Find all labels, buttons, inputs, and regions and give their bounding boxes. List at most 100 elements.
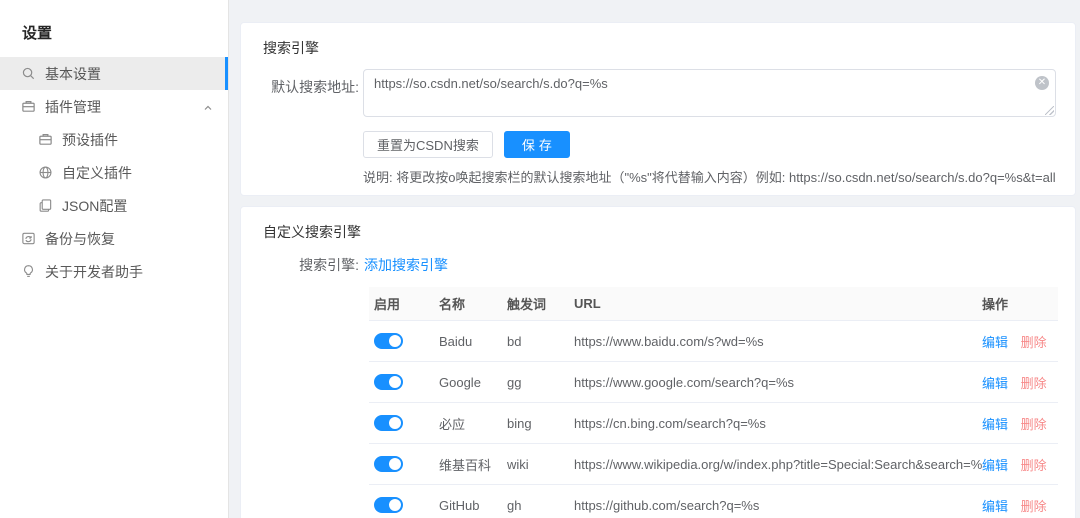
default-address-label: 默认搜索地址: xyxy=(271,79,359,95)
engine-name: GitHub xyxy=(439,497,480,513)
edit-link[interactable]: 编辑 xyxy=(982,458,1008,473)
enable-cell xyxy=(369,415,434,432)
actions-cell: 编辑 删除 xyxy=(982,496,1058,515)
search-engines-table: 启用 名称 触发词 URL 操作 Baidu bd https://www.ba… xyxy=(369,287,1058,518)
engine-name: Google xyxy=(439,374,481,390)
sidebar-item-label: 预设插件 xyxy=(62,131,118,148)
engine-url: https://cn.bing.com/search?q=%s xyxy=(574,415,766,431)
toggle-knob xyxy=(389,376,401,389)
settings-content: 搜索引擎 默认搜索地址: https://so.csdn.net/so/sear… xyxy=(240,0,1076,518)
enable-toggle[interactable] xyxy=(374,333,403,350)
toggle-knob xyxy=(389,335,401,348)
save-button[interactable]: 保存 xyxy=(503,131,570,158)
search-icon xyxy=(21,66,36,81)
table-header: 启用 名称 触发词 URL 操作 xyxy=(369,287,1058,321)
table-row: 必应 bing https://cn.bing.com/search?q=%s … xyxy=(369,403,1058,444)
engine-trigger: wiki xyxy=(507,456,529,472)
engine-url: https://www.google.com/search?q=%s xyxy=(574,374,795,390)
search-engine-note: 说明: 将更改按o唤起搜索栏的默认搜索地址（"%s"将代替输入内容）例如: ht… xyxy=(363,170,1056,185)
engine-url: https://www.baidu.com/s?wd=%s xyxy=(574,333,764,349)
sidebar-item-plugin-management[interactable]: 插件管理 xyxy=(0,90,228,123)
sidebar-item-preset-plugins[interactable]: 预设插件 xyxy=(0,123,228,156)
actions-cell: 编辑 删除 xyxy=(982,373,1058,392)
toggle-knob xyxy=(389,458,401,471)
engines-label: 搜索引擎: xyxy=(299,257,359,273)
engine-name: 必应 xyxy=(439,416,466,432)
enable-cell xyxy=(369,456,434,473)
header-name: 名称 xyxy=(439,297,466,312)
sidebar-item-label: 基本设置 xyxy=(45,65,101,82)
enable-toggle[interactable] xyxy=(374,456,403,473)
enable-toggle[interactable] xyxy=(374,497,403,514)
header-enable: 启用 xyxy=(374,297,401,312)
delete-link[interactable]: 删除 xyxy=(1021,417,1047,432)
settings-sidebar: 设置 基本设置 插件管理 预设插件 自定义插件 JSON配置 备份与恢复 关于开… xyxy=(0,0,229,518)
engine-name: Baidu xyxy=(439,333,473,349)
backup-icon xyxy=(21,231,36,246)
table-row: GitHub gh https://github.com/search?q=%s… xyxy=(369,485,1058,518)
sidebar-item-json-config[interactable]: JSON配置 xyxy=(0,189,228,222)
enable-cell xyxy=(369,374,434,391)
resize-grip-icon[interactable] xyxy=(1045,106,1054,115)
default-address-row: 默认搜索地址: https://so.csdn.net/so/search/s.… xyxy=(241,69,1075,117)
delete-link[interactable]: 删除 xyxy=(1021,335,1047,350)
edit-link[interactable]: 编辑 xyxy=(982,335,1008,350)
table-row: 维基百科 wiki https://www.wikipedia.org/w/in… xyxy=(369,444,1058,485)
actions-cell: 编辑 删除 xyxy=(982,455,1058,474)
sidebar-title: 设置 xyxy=(22,25,53,42)
engine-trigger: gh xyxy=(507,497,522,513)
card-title: 自定义搜索引擎 xyxy=(263,224,361,240)
lightbulb-icon xyxy=(21,264,36,279)
toggle-knob xyxy=(389,499,401,512)
chevron-up-icon[interactable] xyxy=(202,101,214,113)
table-row: Google gg https://www.google.com/search?… xyxy=(369,362,1058,403)
engine-url: https://www.wikipedia.org/w/index.php?ti… xyxy=(574,456,982,472)
toolbox-icon xyxy=(38,132,53,147)
header-trigger: 触发词 xyxy=(507,297,547,312)
sidebar-item-label: 关于开发者助手 xyxy=(45,263,143,280)
add-search-engine-link[interactable]: 添加搜索引擎 xyxy=(364,255,448,275)
toggle-knob xyxy=(389,417,401,430)
clear-circle-icon[interactable]: ✕ xyxy=(1035,76,1049,90)
edit-link[interactable]: 编辑 xyxy=(982,376,1008,391)
document-icon xyxy=(38,198,53,213)
search-engine-card: 搜索引擎 默认搜索地址: https://so.csdn.net/so/sear… xyxy=(240,22,1076,196)
engine-url: https://github.com/search?q=%s xyxy=(574,497,760,513)
default-address-input[interactable]: https://so.csdn.net/so/search/s.do?q=%s xyxy=(363,69,1056,117)
sidebar-item-label: 备份与恢复 xyxy=(45,230,115,247)
edit-link[interactable]: 编辑 xyxy=(982,417,1008,432)
button-row: 重置为CSDN搜索 保存 xyxy=(363,131,1075,158)
enable-toggle[interactable] xyxy=(374,415,403,432)
table-body: Baidu bd https://www.baidu.com/s?wd=%s 编… xyxy=(369,321,1058,518)
engine-trigger: bd xyxy=(507,333,522,349)
actions-cell: 编辑 删除 xyxy=(982,332,1058,351)
header-url: URL xyxy=(574,296,601,311)
delete-link[interactable]: 删除 xyxy=(1021,458,1047,473)
edit-link[interactable]: 编辑 xyxy=(982,499,1008,514)
header-actions: 操作 xyxy=(982,297,1009,312)
enable-cell xyxy=(369,333,434,350)
sidebar-item-label: JSON配置 xyxy=(62,197,128,214)
reset-csdn-button[interactable]: 重置为CSDN搜索 xyxy=(363,131,493,158)
enable-cell xyxy=(369,497,434,514)
enable-toggle[interactable] xyxy=(374,374,403,391)
actions-cell: 编辑 删除 xyxy=(982,414,1058,433)
delete-link[interactable]: 删除 xyxy=(1021,376,1047,391)
engine-trigger: gg xyxy=(507,374,522,390)
sidebar-item-basic-settings[interactable]: 基本设置 xyxy=(0,57,228,90)
sidebar-item-label: 插件管理 xyxy=(45,98,101,115)
sidebar-item-backup-restore[interactable]: 备份与恢复 xyxy=(0,222,228,255)
default-address-field-wrap: https://so.csdn.net/so/search/s.do?q=%s … xyxy=(363,69,1056,117)
custom-search-engine-card: 自定义搜索引擎 搜索引擎: 添加搜索引擎 启用 名称 触发词 URL 操作 Ba… xyxy=(240,206,1076,518)
engine-name: 维基百科 xyxy=(439,457,492,473)
sidebar-item-about[interactable]: 关于开发者助手 xyxy=(0,255,228,288)
engines-row: 搜索引擎: 添加搜索引擎 xyxy=(241,255,1075,275)
delete-link[interactable]: 删除 xyxy=(1021,499,1047,514)
toolbox-icon xyxy=(21,99,36,114)
table-row: Baidu bd https://www.baidu.com/s?wd=%s 编… xyxy=(369,321,1058,362)
globe-icon xyxy=(38,165,53,180)
engine-trigger: bing xyxy=(507,415,532,431)
card-title: 搜索引擎 xyxy=(263,40,319,56)
sidebar-item-custom-plugins[interactable]: 自定义插件 xyxy=(0,156,228,189)
sidebar-item-label: 自定义插件 xyxy=(62,164,132,181)
